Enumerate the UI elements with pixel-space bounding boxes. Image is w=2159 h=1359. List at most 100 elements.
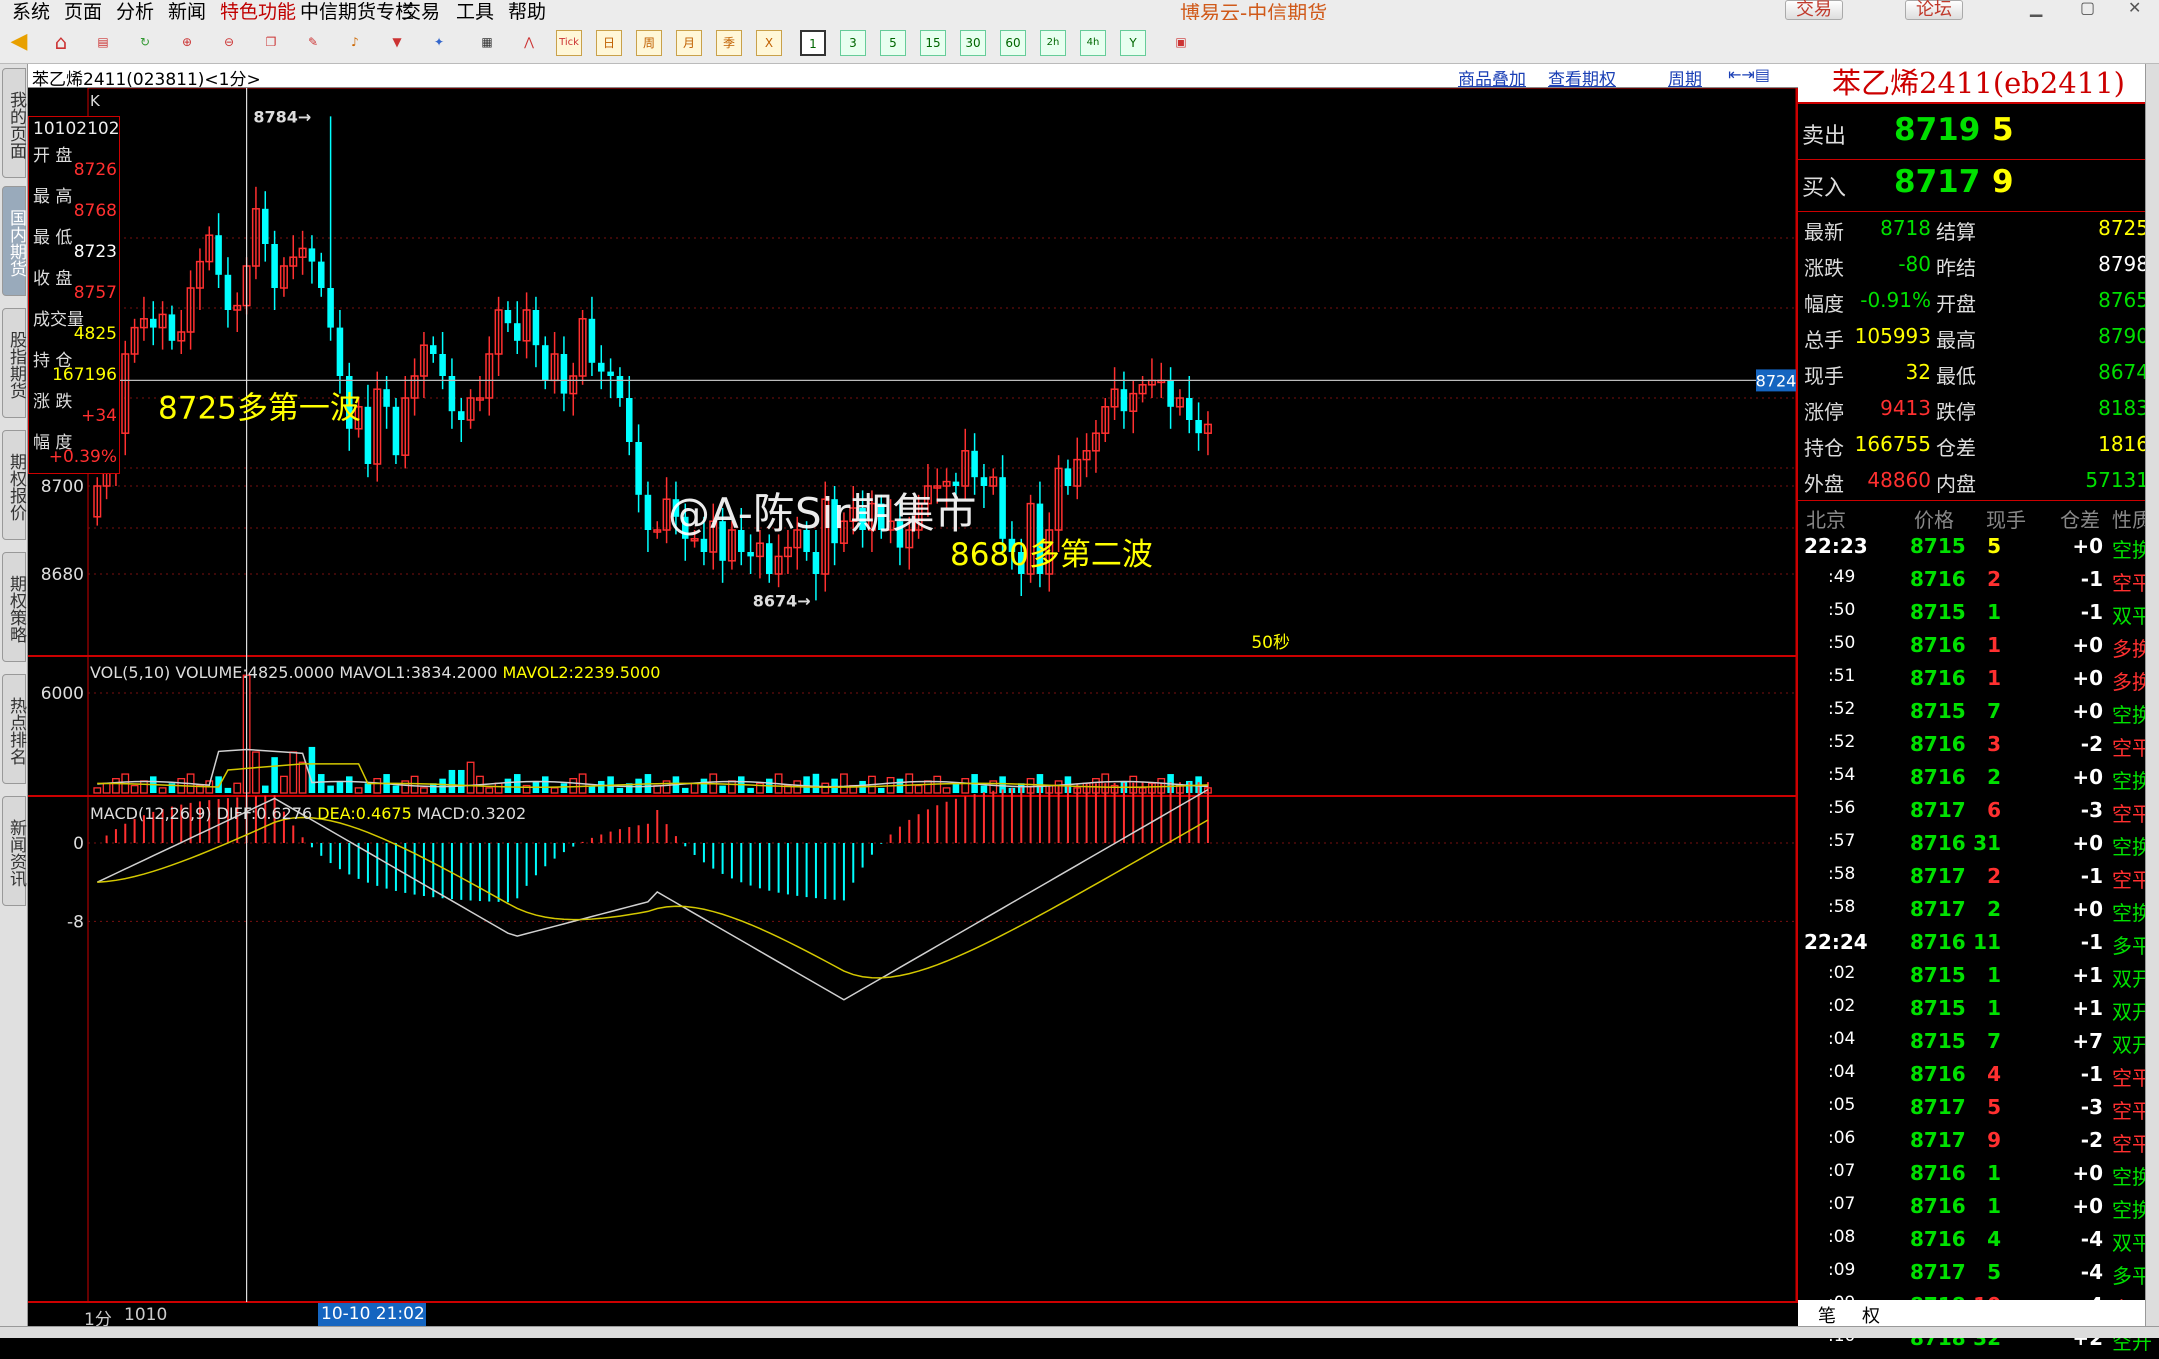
- candle-body: [318, 261, 325, 288]
- ask-price[interactable]: 8719: [1894, 112, 1980, 148]
- tick-volume: 5: [1987, 1260, 2001, 1284]
- candle-body: [1064, 468, 1072, 486]
- tab-index-futures[interactable]: 股指期货: [2, 308, 26, 418]
- tick-price: 8715: [1910, 963, 1966, 987]
- tick-oi-change: +0: [2072, 534, 2103, 558]
- tab-option-strategy[interactable]: 期权策略: [2, 552, 26, 662]
- period-1min-button[interactable]: 1: [800, 30, 826, 56]
- period-5min-button[interactable]: 5: [880, 30, 906, 56]
- tick-oi-change: +7: [2072, 1029, 2103, 1053]
- period-3min-button[interactable]: 3: [840, 30, 866, 56]
- tick-volume: 1: [1987, 1194, 2001, 1218]
- forum-button[interactable]: 论坛: [1905, 0, 1963, 20]
- stat-value: 8725: [2098, 216, 2149, 240]
- tick-price: 8716: [1910, 567, 1966, 591]
- volume-bar: [878, 787, 885, 793]
- zoom-in-icon[interactable]: ⊕: [174, 30, 200, 56]
- volume-bar: [308, 746, 316, 793]
- zoom-out-icon[interactable]: ⊖: [216, 30, 242, 56]
- quote-list-icon[interactable]: ▤: [90, 30, 116, 56]
- table-icon[interactable]: ▦: [474, 30, 500, 56]
- bell-icon[interactable]: ♪: [342, 30, 368, 56]
- tab-ticks[interactable]: 笔: [1818, 1302, 1836, 1328]
- tick-time: :51: [1828, 666, 1856, 686]
- home-icon[interactable]: ⌂: [48, 30, 74, 56]
- period-15min-button[interactable]: 15: [920, 30, 946, 56]
- quote-bottom-tabs: 笔 权: [1798, 1300, 2159, 1328]
- macd-histogram: [105, 782, 1209, 903]
- maximize-icon[interactable]: ▢: [2080, 0, 2095, 17]
- period-2h-button[interactable]: 2h: [1040, 30, 1066, 56]
- tick-oi-change: +0: [2072, 897, 2103, 921]
- volume-bar: [747, 787, 754, 793]
- tab-domestic-futures[interactable]: 国内期货: [2, 186, 26, 296]
- tick-time: :50: [1828, 633, 1856, 653]
- candle-body: [1186, 398, 1193, 420]
- volume-bar: [346, 776, 353, 793]
- period-x-button[interactable]: X: [756, 30, 782, 56]
- period-month-button[interactable]: 月: [676, 30, 702, 56]
- tick-oi-change: -1: [2080, 1062, 2103, 1086]
- volume-bar: [812, 773, 820, 793]
- close-icon[interactable]: ✕: [2128, 0, 2141, 17]
- candle-body: [598, 362, 605, 372]
- tick-button[interactable]: Tick: [556, 30, 582, 56]
- ask-label: 卖出: [1802, 124, 1847, 149]
- stat-value: 48860: [1867, 468, 1931, 492]
- tick-oi-change: +0: [2072, 699, 2103, 723]
- period-year-button[interactable]: Y: [1120, 30, 1146, 56]
- trade-button[interactable]: 交易: [1785, 0, 1843, 20]
- draw-pen-icon[interactable]: ✎: [300, 30, 326, 56]
- calculator-icon[interactable]: ▣: [1168, 30, 1194, 56]
- filter-icon[interactable]: ▼: [384, 30, 410, 56]
- tick-row: :02 8715 1 +1 双开: [1798, 996, 2159, 1029]
- candle-body: [999, 477, 1006, 539]
- stat-label: 跌停: [1936, 400, 1976, 424]
- period-4h-button[interactable]: 4h: [1080, 30, 1106, 56]
- tick-row: :07 8716 1 +0 空换: [1798, 1194, 2159, 1227]
- stat-label: 涨跌: [1804, 256, 1844, 280]
- period-30min-button[interactable]: 30: [960, 30, 986, 56]
- candle-body: [430, 345, 437, 354]
- candle-body: [766, 543, 773, 574]
- period-day-button[interactable]: 日: [596, 30, 622, 56]
- tab-my-page[interactable]: 我的页面: [2, 68, 26, 178]
- tick-oi-change: +0: [2072, 633, 2103, 657]
- tick-volume: 1: [1987, 633, 2001, 657]
- tab-news[interactable]: 新闻资讯: [2, 796, 26, 906]
- annotation-second-wave: 8680多第二波: [950, 537, 1153, 573]
- back-arrow-icon[interactable]: ◀: [6, 30, 32, 56]
- period-week-button[interactable]: 周: [636, 30, 662, 56]
- tick-time: 22:23: [1804, 534, 1868, 558]
- view-options-link[interactable]: 查看期权: [1548, 65, 1616, 90]
- tick-row: :05 8717 5 -3 空平: [1798, 1095, 2159, 1128]
- tick-oi-change: -3: [2080, 798, 2103, 822]
- chart-icon[interactable]: ⋀: [516, 30, 542, 56]
- window-icon[interactable]: ❐: [258, 30, 284, 56]
- tab-weights[interactable]: 权: [1862, 1302, 1880, 1328]
- refresh-icon[interactable]: ↻: [132, 30, 158, 56]
- volume-bar: [690, 782, 699, 794]
- volume-bar: [942, 787, 951, 794]
- tick-volume: 11: [1973, 930, 2001, 954]
- period-60min-button[interactable]: 60: [1000, 30, 1026, 56]
- period-link[interactable]: 周期: [1668, 65, 1702, 90]
- bid-price[interactable]: 8717: [1894, 164, 1980, 200]
- volume-bar: [224, 787, 232, 793]
- stat-value: -80: [1898, 252, 1931, 276]
- k-label: K: [90, 92, 101, 110]
- bid-volume: 9: [1992, 164, 2014, 200]
- volume-bar: [466, 761, 475, 794]
- layout-icons[interactable]: ⇤⇥▤: [1728, 65, 1770, 84]
- new-icon[interactable]: ✦: [426, 30, 452, 56]
- kline-chart-area[interactable]: 苯乙烯2411(023811)<1分> 商品叠加 查看期权 周期 ⇤⇥▤ 872…: [28, 64, 1798, 1330]
- minimize-icon[interactable]: ▁: [2030, 0, 2042, 17]
- tab-option-quotes[interactable]: 期权报价: [2, 430, 26, 540]
- right-scrollbar[interactable]: [2145, 64, 2159, 1326]
- tick-table-header: 北京 价格 现手 仓差 性质: [1798, 504, 2159, 532]
- period-quarter-button[interactable]: 季: [716, 30, 742, 56]
- tick-volume: 5: [1987, 534, 2001, 558]
- overlay-commodity-link[interactable]: 商品叠加: [1458, 65, 1526, 90]
- tab-hot-ranking[interactable]: 热点排名: [2, 674, 26, 784]
- tick-row: 22:24 8716 11 -1 多平: [1798, 930, 2159, 963]
